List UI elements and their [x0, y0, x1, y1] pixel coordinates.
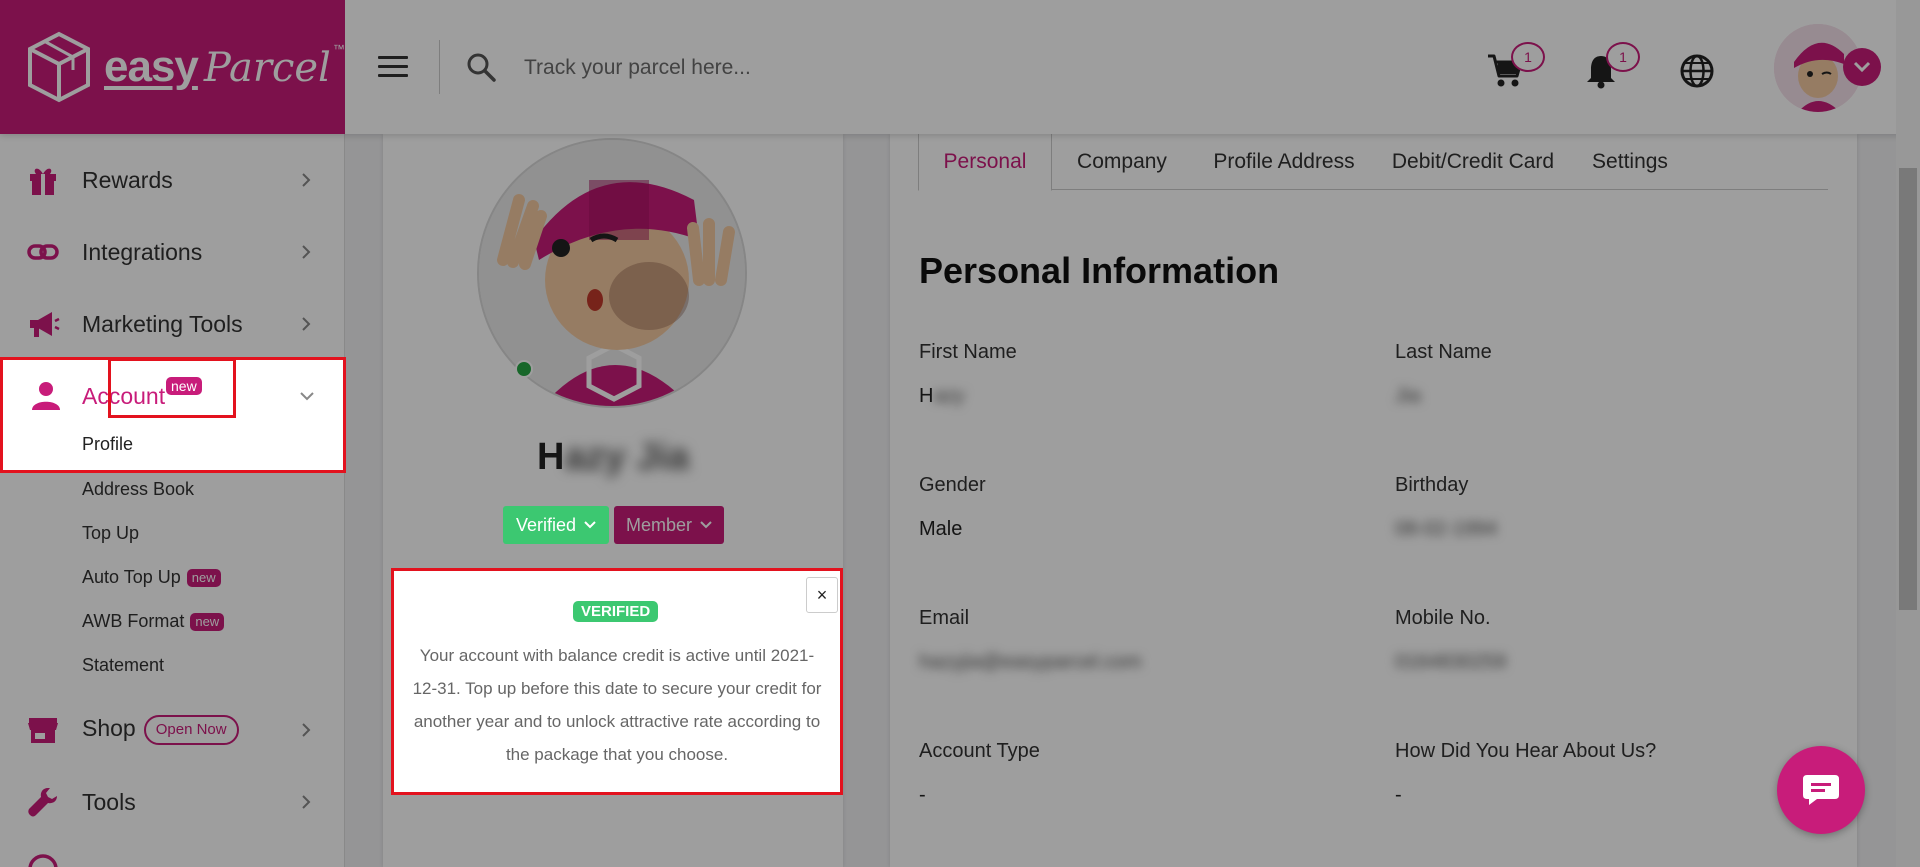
box-logo-icon [28, 31, 90, 103]
verified-highlight-box [108, 358, 236, 418]
verified-dropdown-button[interactable]: Verified [503, 506, 609, 544]
last-name-label: Last Name [1395, 341, 1492, 363]
sidebar-subitem-label: AWB Format [82, 611, 185, 631]
tab-debit-credit-card[interactable]: Debit/Credit Card [1376, 134, 1570, 190]
account-type-label: Account Type [919, 740, 1040, 762]
sidebar-subitem-awb-format[interactable]: AWB Format new [82, 611, 225, 632]
scrollbar-thumb[interactable] [1899, 168, 1917, 610]
profile-name: Hazy Jia [536, 436, 690, 478]
sidebar-item-label: Rewards [82, 166, 173, 193]
verified-badge: VERIFIED [573, 601, 659, 622]
popover-message: Your account with balance credit is acti… [412, 646, 822, 764]
open-now-badge: Open Now [143, 715, 239, 745]
sidebar-subitem-profile[interactable]: Profile [82, 434, 133, 455]
sidebar-item-label: Marketing Tools [82, 310, 243, 337]
tab-settings[interactable]: Settings [1570, 134, 1690, 190]
chat-button[interactable] [1777, 746, 1865, 834]
link-icon [27, 244, 59, 260]
partial-menu-icon [28, 854, 58, 867]
member-dropdown-button[interactable]: Member [614, 506, 724, 544]
gender-value: Male [919, 518, 963, 540]
first-name-label: First Name [919, 341, 1017, 363]
profile-tabs: Personal Company Profile Address Debit/C… [918, 134, 1828, 191]
sidebar-item-label: Tools [82, 788, 136, 815]
cart-count-badge: 1 [1511, 42, 1545, 72]
top-header: easy Parcel ™ 1 1 [0, 0, 1920, 134]
chevron-right-icon [302, 795, 311, 809]
hamburger-menu-icon[interactable] [378, 56, 408, 78]
search-icon [467, 53, 496, 82]
sidebar-item-tools[interactable]: Tools [0, 766, 344, 838]
sidebar-item-rewards[interactable]: Rewards [0, 144, 344, 216]
account-dropdown-chevron-icon[interactable] [1843, 48, 1881, 86]
member-label: Member [625, 514, 692, 535]
chevron-right-icon [302, 245, 311, 259]
online-status-dot [515, 360, 533, 378]
sidebar: Rewards Integrations Marketing Tools Add… [0, 134, 345, 867]
page-title: Personal Information [919, 250, 1280, 291]
sidebar-subitem-statement[interactable]: Statement [82, 655, 164, 676]
chat-bubble-icon [1803, 775, 1839, 805]
account-type-value: - [919, 784, 926, 806]
tab-company[interactable]: Company [1052, 134, 1192, 190]
birthday-label: Birthday [1395, 474, 1469, 496]
chevron-down-icon [584, 521, 596, 529]
chevron-right-icon [302, 173, 311, 187]
tab-personal[interactable]: Personal [918, 134, 1052, 191]
sidebar-subitem-label: Auto Top Up [82, 567, 181, 587]
sidebar-subitem-top-up[interactable]: Top Up [82, 523, 139, 544]
close-icon[interactable]: × [806, 577, 838, 613]
email-label: Email [919, 607, 970, 629]
mobile-label: Mobile No. [1395, 607, 1491, 629]
sidebar-subitem-address-book[interactable]: Address Book [82, 479, 194, 500]
chevron-down-icon [300, 392, 314, 401]
brand-name-easy: easy [104, 42, 199, 91]
personal-info-panel: Personal Company Profile Address Debit/C… [890, 134, 1857, 867]
shop-icon [28, 718, 58, 743]
sidebar-item-integrations[interactable]: Integrations [0, 216, 344, 288]
verified-label: Verified [515, 514, 577, 535]
sidebar-item-shop[interactable]: Shop Open Now [0, 694, 344, 766]
brand-logo[interactable]: easy Parcel ™ [0, 0, 345, 134]
brand-name-parcel: Parcel [203, 45, 331, 91]
how-did-you-hear-label: How Did You Hear About Us? [1395, 740, 1657, 762]
chevron-down-icon [700, 521, 712, 529]
brand-trademark: ™ [332, 42, 345, 56]
sidebar-item-label: Integrations [82, 238, 203, 265]
notification-count-badge: 1 [1606, 42, 1640, 72]
track-parcel-search-input[interactable] [524, 48, 1044, 88]
sidebar-item-label: Shop Open Now [82, 715, 239, 745]
mobile-value: 0164830259 [1395, 651, 1507, 673]
birthday-value: 08-02-1994 [1395, 518, 1498, 540]
gift-icon [30, 168, 56, 195]
new-badge: new [190, 613, 225, 632]
wrench-icon [28, 788, 57, 817]
last-name-value: Jia [1395, 385, 1421, 407]
first-name-value: Hazy [919, 385, 965, 407]
header-divider [439, 40, 440, 94]
user-icon [32, 382, 60, 410]
new-badge: new [186, 569, 221, 588]
gender-label: Gender [919, 474, 986, 496]
globe-icon[interactable] [1678, 52, 1716, 90]
sidebar-subitem-auto-top-up[interactable]: Auto Top Up new [82, 567, 221, 588]
how-did-you-hear-value: - [1395, 784, 1402, 806]
email-value: hazyjia@easyparcel.com [919, 651, 1142, 673]
sidebar-item-marketing-tools[interactable]: Marketing Tools [0, 288, 344, 360]
tab-profile-address[interactable]: Profile Address [1192, 134, 1376, 190]
verified-info-popover: × VERIFIED Your account with balance cre… [393, 570, 841, 793]
chevron-right-icon [302, 317, 311, 331]
megaphone-icon [30, 312, 60, 337]
chevron-right-icon [302, 723, 311, 737]
